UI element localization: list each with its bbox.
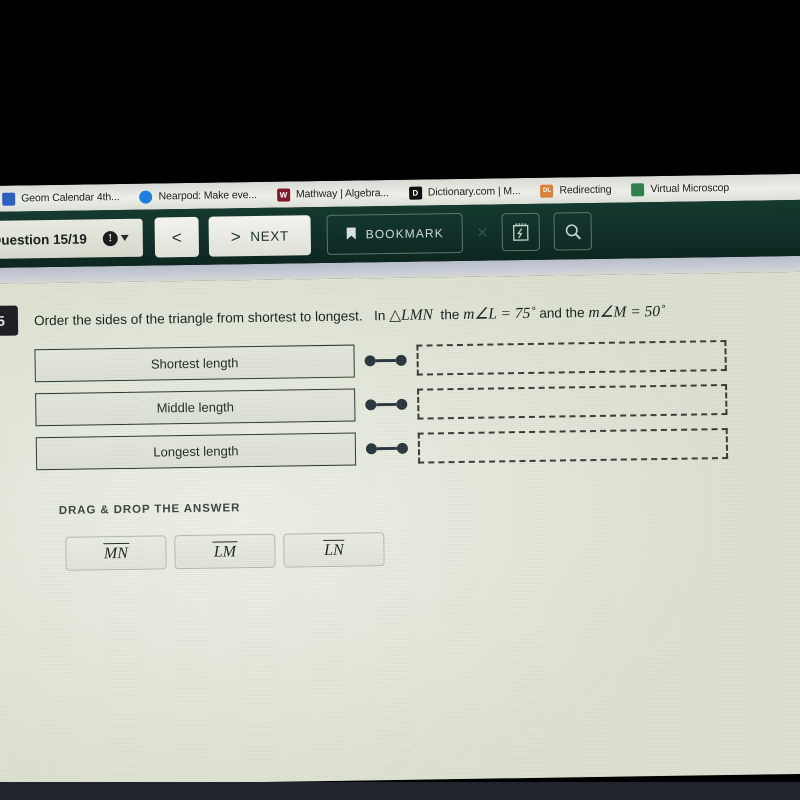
answer-tile-tray: MN LM LN <box>65 532 385 571</box>
drop-zone-longest[interactable] <box>417 428 729 464</box>
bookmark-label: Geom Calendar 4th... <box>21 191 120 205</box>
drop-zone-middle[interactable] <box>417 384 728 420</box>
bookmark-item[interactable]: Geom Calendar 4th... <box>2 191 120 206</box>
match-row: Middle length <box>35 382 799 427</box>
chevron-right-icon: > <box>230 226 242 246</box>
connector-line <box>376 447 397 450</box>
question-header: 15 Order the sides of the triangle from … <box>0 294 800 337</box>
question-prompt-plain: Order the sides of the triangle from sho… <box>33 308 363 329</box>
and-word: and the <box>539 305 585 321</box>
redirecting-favicon-icon: DL <box>540 184 554 198</box>
bookmark-item[interactable]: D Dictionary.com | M... <box>408 185 521 200</box>
triangle-symbol-icon: △ <box>388 306 402 325</box>
bookmark-item[interactable]: Nearpod: Make eve... <box>139 188 258 204</box>
nearpod-favicon-icon <box>139 190 153 204</box>
chevron-down-icon <box>120 234 129 242</box>
connector-dot-left <box>365 443 378 455</box>
microscope-favicon-icon <box>631 182 645 196</box>
next-button-label: NEXT <box>250 228 289 244</box>
bookmark-item[interactable]: Virtual Microscop <box>631 181 730 196</box>
alert-icon: ! <box>102 230 118 246</box>
match-row: Longest length <box>35 426 800 471</box>
calendar-favicon-icon <box>2 192 16 206</box>
monitor-content: Geom Calendar 4th... Nearpod: Make eve..… <box>0 173 800 786</box>
photo-of-screen: Geom Calendar 4th... Nearpod: Make eve..… <box>0 0 800 800</box>
answer-tile-mn[interactable]: MN <box>65 535 167 571</box>
connector-link-icon <box>355 354 417 367</box>
mathway-favicon-icon: W <box>276 187 291 202</box>
match-prompt-middle[interactable]: Middle length <box>35 388 356 427</box>
close-icon[interactable]: × <box>477 222 488 243</box>
bookmark-button[interactable]: BOOKMARK <box>326 212 464 255</box>
angle-m-measure: m∠M = 50˚ <box>588 302 666 322</box>
bookmark-label: Virtual Microscop <box>650 181 730 196</box>
answer-tile-lm[interactable]: LM <box>174 533 276 570</box>
bookmark-flag-icon <box>346 226 357 243</box>
photo-bottom-edge <box>0 782 800 800</box>
question-prompt: Order the sides of the triangle from sho… <box>34 296 666 332</box>
segment-label: MN <box>102 542 130 564</box>
bookmark-label: Redirecting <box>559 183 612 197</box>
previous-question-button[interactable]: < <box>154 216 200 258</box>
bookmark-label: Dictionary.com | M... <box>427 185 521 199</box>
segment-label: LN <box>322 539 345 560</box>
connector-line <box>376 403 397 406</box>
question-number-badge: 15 <box>0 305 19 337</box>
question-prompt-in-word: In <box>373 308 386 324</box>
match-prompt-shortest[interactable]: Shortest length <box>34 344 355 383</box>
connector-dot-left <box>365 399 377 411</box>
answer-tile-ln[interactable]: LN <box>283 532 385 568</box>
bookmark-item[interactable]: W Mathway | Algebra... <box>276 187 389 202</box>
alert-menu-button[interactable]: ! <box>102 230 129 246</box>
drag-drop-heading: DRAG & DROP THE ANSWER <box>58 502 241 517</box>
connector-link-icon <box>355 398 417 411</box>
magnifier-icon[interactable] <box>553 212 593 251</box>
question-surface: 15 Order the sides of the triangle from … <box>0 271 800 786</box>
chevron-left-icon: < <box>171 227 182 247</box>
dictionary-favicon-icon: D <box>408 186 422 200</box>
the-word: the <box>440 306 460 323</box>
triangle-name: LMN <box>400 306 434 324</box>
connector-dot-left <box>364 355 376 367</box>
bookmark-label: Mathway | Algebra... <box>295 187 389 201</box>
notepad-icon[interactable] <box>501 212 541 252</box>
match-prompt-longest[interactable]: Longest length <box>35 432 357 471</box>
question-counter-label: Question 15/19 <box>0 231 87 248</box>
angle-l-measure: m∠L = 75˚ <box>463 304 536 323</box>
bookmark-button-label: BOOKMARK <box>365 226 444 242</box>
drop-zone-shortest[interactable] <box>416 340 727 376</box>
question-counter-chip: Question 15/19 ! <box>0 218 144 260</box>
bookmark-item[interactable]: DL Redirecting <box>540 183 612 198</box>
matching-rows: Shortest length Middle length Longest le… <box>34 338 800 481</box>
connector-dot-right <box>395 354 407 366</box>
next-question-button[interactable]: > NEXT <box>208 215 312 257</box>
bookmark-label: Nearpod: Make eve... <box>158 188 258 203</box>
segment-label: LM <box>212 541 238 562</box>
connector-dot-right <box>396 442 409 454</box>
connector-dot-right <box>396 398 408 410</box>
connector-link-icon <box>356 442 418 455</box>
connector-line <box>375 359 396 362</box>
match-row: Shortest length <box>34 338 798 383</box>
